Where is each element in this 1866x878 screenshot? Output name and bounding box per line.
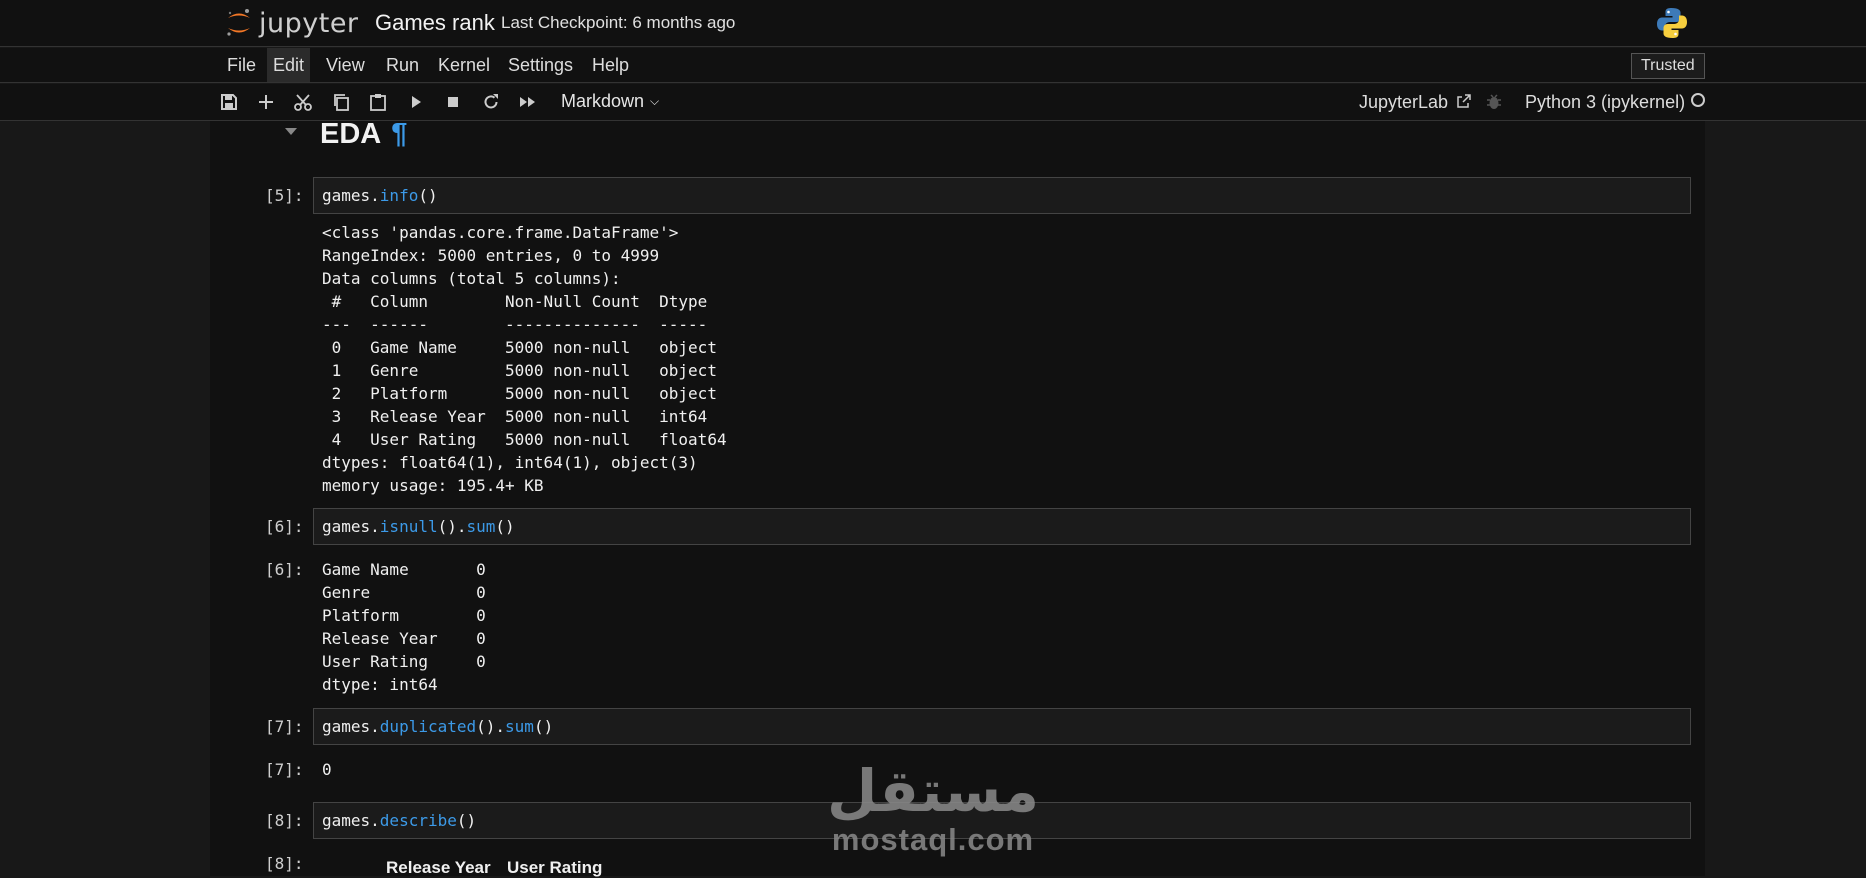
notebook-toolbar: Markdown ⌵ JupyterLab Python 3 (ipykernel… xyxy=(0,84,1866,121)
cell-output: <class 'pandas.core.frame.DataFrame'> Ra… xyxy=(322,223,727,495)
stop-icon[interactable] xyxy=(443,92,463,112)
notebook-title[interactable]: Games rank xyxy=(375,10,495,36)
code-function: sum xyxy=(466,517,496,536)
code-object: games. xyxy=(322,517,380,536)
code-paren: () xyxy=(456,811,477,830)
input-prompt: [6]: xyxy=(265,517,304,536)
output-prompt: [7]: xyxy=(265,760,304,779)
menu-settings[interactable]: Settings xyxy=(502,48,579,82)
open-jupyterlab-link[interactable]: JupyterLab xyxy=(1359,92,1472,113)
fast-forward-icon[interactable] xyxy=(518,92,538,112)
menu-kernel[interactable]: Kernel xyxy=(432,48,496,82)
table-column-header: Release Year xyxy=(386,858,491,877)
jupyterlab-label: JupyterLab xyxy=(1359,92,1449,112)
menu-file[interactable]: File xyxy=(221,48,262,82)
code-object: games. xyxy=(322,811,380,830)
menu-run[interactable]: Run xyxy=(380,48,425,82)
menu-view[interactable]: View xyxy=(320,48,371,82)
input-prompt: [7]: xyxy=(265,717,304,736)
restart-icon[interactable] xyxy=(481,92,501,112)
logo-text: jupyter xyxy=(259,7,359,39)
watermark: مستقل mostaql.com xyxy=(818,762,1048,858)
save-icon[interactable] xyxy=(219,92,239,112)
chevron-down-icon: ⌵ xyxy=(650,94,660,108)
code-function: isnull xyxy=(379,517,438,536)
code-function: info xyxy=(379,186,419,205)
copy-icon[interactable] xyxy=(331,92,351,112)
code-paren: () xyxy=(418,186,438,205)
cut-icon[interactable] xyxy=(293,92,313,112)
code-function: sum xyxy=(505,717,534,736)
code-cell-editor[interactable]: games.info() xyxy=(313,177,1691,214)
collapse-heading-icon[interactable] xyxy=(285,128,297,135)
code-paren: () xyxy=(495,517,515,536)
python-logo-icon xyxy=(1655,6,1689,45)
cell-output: 0 xyxy=(322,760,332,779)
debugger-bug-icon[interactable] xyxy=(1486,93,1502,116)
external-link-icon xyxy=(1457,94,1471,108)
output-prompt: [8]: xyxy=(265,854,304,873)
top-bar: jupyter Games rank Last Checkpoint: 6 mo… xyxy=(0,0,1866,47)
table-column-header: User Rating xyxy=(507,858,603,877)
code-cell-editor[interactable]: games.duplicated().sum() xyxy=(313,708,1691,745)
watermark-latin: mostaql.com xyxy=(831,822,1035,857)
kernel-status-icon xyxy=(1691,93,1705,107)
code-chain: (). xyxy=(437,517,467,536)
code-cell-editor[interactable]: games.isnull().sum() xyxy=(313,508,1691,545)
cell-type-dropdown[interactable]: Markdown ⌵ xyxy=(561,91,659,112)
code-object: games. xyxy=(322,717,380,736)
code-function: describe xyxy=(379,811,457,830)
cell-type-label: Markdown xyxy=(561,91,645,111)
code-function: duplicated xyxy=(379,717,477,736)
markdown-heading: EDA ¶ xyxy=(320,118,407,151)
input-prompt: [8]: xyxy=(265,811,304,830)
jupyter-logo-icon xyxy=(227,9,250,36)
watermark-arabic: مستقل xyxy=(826,757,1040,825)
kernel-name[interactable]: Python 3 (ipykernel) xyxy=(1525,92,1685,113)
menu-help[interactable]: Help xyxy=(586,48,635,82)
paste-icon[interactable] xyxy=(368,92,388,112)
menu-bar: File Edit View Run Kernel Settings Help … xyxy=(0,48,1866,83)
checkpoint-status: Last Checkpoint: 6 months ago xyxy=(501,13,736,32)
code-paren: () xyxy=(533,717,554,736)
code-chain: (). xyxy=(476,717,506,736)
code-object: games. xyxy=(322,186,380,205)
heading-anchor-link[interactable]: ¶ xyxy=(391,118,407,150)
menu-edit[interactable]: Edit xyxy=(267,48,311,82)
output-prompt: [6]: xyxy=(265,560,304,579)
run-icon[interactable] xyxy=(406,92,426,112)
cell-output: Game Name 0 Genre 0 Platform 0 Release Y… xyxy=(322,560,486,694)
add-cell-icon[interactable] xyxy=(256,92,276,112)
input-prompt: [5]: xyxy=(265,186,304,205)
trusted-badge[interactable]: Trusted xyxy=(1631,53,1705,79)
jupyter-logo[interactable]: jupyter xyxy=(225,6,359,40)
heading-text: EDA xyxy=(320,118,382,150)
